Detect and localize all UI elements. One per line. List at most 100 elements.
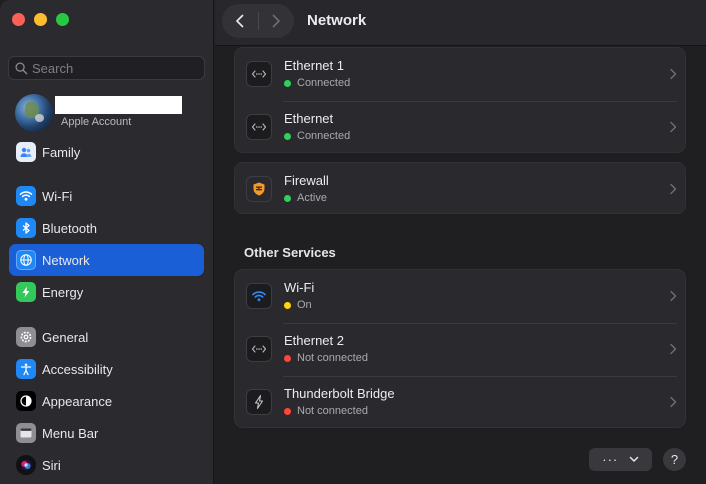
service-status-text: Connected xyxy=(297,130,351,142)
service-status-text: Not connected xyxy=(297,352,368,364)
service-row-ethernet-1[interactable]: Ethernet 1 Connected xyxy=(235,48,687,101)
apple-account-item[interactable]: Apple Account xyxy=(15,94,205,132)
sidebar-item-label: Wi-Fi xyxy=(42,188,73,204)
siri-icon xyxy=(16,455,36,475)
section-title-other-services: Other Services xyxy=(244,245,336,260)
help-button[interactable]: ? xyxy=(663,448,686,471)
service-name: Wi-Fi xyxy=(284,280,315,295)
sidebar-item-label: Energy xyxy=(42,284,84,300)
menu-bar-icon xyxy=(16,423,36,443)
firewall-status: Active xyxy=(284,192,327,204)
service-row-wifi[interactable]: Wi-Fi On xyxy=(235,270,687,323)
avatar xyxy=(15,94,53,132)
service-status-text: On xyxy=(297,299,312,311)
service-status: On xyxy=(284,299,312,311)
service-row-thunderbolt-bridge[interactable]: Thunderbolt Bridge Not connected xyxy=(235,376,687,429)
status-dot-green xyxy=(284,79,291,87)
service-name: Ethernet 1 xyxy=(284,58,344,73)
sidebar-item-energy[interactable]: Energy xyxy=(9,276,204,308)
ethernet-icon xyxy=(246,61,272,87)
service-status-text: Connected xyxy=(297,77,351,89)
appearance-icon xyxy=(16,391,36,411)
wifi-icon xyxy=(16,186,36,206)
back-button[interactable] xyxy=(222,4,258,38)
status-dot-green xyxy=(284,132,291,140)
chevron-right-icon xyxy=(272,14,281,28)
window-controls xyxy=(12,13,69,26)
sidebar: Apple Account Family Wi-Fi Bluetooth xyxy=(0,0,214,484)
thunderbolt-icon xyxy=(246,389,272,415)
zoom-window-button[interactable] xyxy=(56,13,69,26)
service-row-ethernet-2[interactable]: Ethernet 2 Not connected xyxy=(235,323,687,376)
service-name: Ethernet xyxy=(284,111,334,126)
page-title: Network xyxy=(307,12,367,29)
status-dot-red xyxy=(284,354,291,362)
forward-button[interactable] xyxy=(258,4,294,38)
energy-icon xyxy=(16,282,36,302)
main-content: Network Ethernet 1 Connected Ethernet Co… xyxy=(215,0,706,484)
more-actions-button[interactable]: ··· xyxy=(589,448,652,471)
service-status-text: Not connected xyxy=(297,405,368,417)
sidebar-item-label: Bluetooth xyxy=(42,220,97,236)
chevron-right-icon xyxy=(670,68,677,80)
sidebar-item-label: Menu Bar xyxy=(42,425,99,441)
toolbar: Network xyxy=(215,0,706,46)
sidebar-item-label: Network xyxy=(42,252,90,268)
account-name-redacted xyxy=(55,96,182,114)
sidebar-item-family[interactable]: Family xyxy=(9,136,204,168)
sidebar-item-label: General xyxy=(42,329,89,345)
sidebar-item-label: Accessibility xyxy=(42,361,113,377)
sidebar-item-wifi[interactable]: Wi-Fi xyxy=(9,180,204,212)
service-status: Connected xyxy=(284,77,350,89)
ethernet-icon xyxy=(246,114,272,140)
status-dot-yellow xyxy=(284,301,291,309)
wifi-icon xyxy=(246,283,272,309)
minimize-window-button[interactable] xyxy=(34,13,47,26)
firewall-status-text: Active xyxy=(297,192,327,204)
sidebar-item-label: Family xyxy=(42,144,81,160)
services-list: Ethernet 1 Connected Ethernet Connected xyxy=(234,47,686,153)
sidebar-item-siri[interactable]: Siri xyxy=(9,449,204,481)
firewall-row[interactable]: Firewall Active xyxy=(235,163,687,215)
ethernet-icon xyxy=(246,336,272,362)
service-status: Connected xyxy=(284,130,350,142)
chevron-right-icon xyxy=(670,396,677,408)
close-window-button[interactable] xyxy=(12,13,25,26)
service-name: Thunderbolt Bridge xyxy=(284,386,395,401)
chevron-left-icon xyxy=(235,14,244,28)
search-field[interactable] xyxy=(8,56,205,80)
sidebar-item-label: Appearance xyxy=(42,393,113,409)
sidebar-item-bluetooth[interactable]: Bluetooth xyxy=(9,212,204,244)
firewall-icon xyxy=(246,176,272,202)
account-subtitle: Apple Account xyxy=(61,116,132,128)
search-icon xyxy=(15,61,28,74)
status-dot-red xyxy=(284,407,291,415)
firewall-name: Firewall xyxy=(284,173,329,188)
family-icon xyxy=(16,142,36,162)
service-status: Not connected xyxy=(284,352,368,364)
status-dot-green xyxy=(284,194,291,202)
sidebar-item-appearance[interactable]: Appearance xyxy=(9,385,204,417)
other-services-list: Wi-Fi On Ethernet 2 Not connected Thunde… xyxy=(234,269,686,428)
search-input[interactable] xyxy=(32,60,202,76)
firewall-card: Firewall Active xyxy=(234,162,686,214)
service-status: Not connected xyxy=(284,405,368,417)
chevron-right-icon xyxy=(670,343,677,355)
sidebar-item-general[interactable]: General xyxy=(9,321,204,353)
system-settings-window: Apple Account Family Wi-Fi Bluetooth xyxy=(0,0,706,484)
sidebar-item-network[interactable]: Network xyxy=(9,244,204,276)
ellipsis-icon: ··· xyxy=(602,452,619,467)
service-name: Ethernet 2 xyxy=(284,333,344,348)
chevron-down-icon xyxy=(629,456,638,462)
service-row-ethernet[interactable]: Ethernet Connected xyxy=(235,101,687,154)
history-navigation xyxy=(222,4,294,38)
sidebar-item-accessibility[interactable]: Accessibility xyxy=(9,353,204,385)
bluetooth-icon xyxy=(16,218,36,238)
network-globe-icon xyxy=(16,250,36,270)
gear-icon xyxy=(16,327,36,347)
chevron-right-icon xyxy=(670,290,677,302)
sidebar-item-menu-bar[interactable]: Menu Bar xyxy=(9,417,204,449)
sidebar-item-label: Siri xyxy=(42,457,61,473)
chevron-right-icon xyxy=(670,183,677,195)
accessibility-icon xyxy=(16,359,36,379)
